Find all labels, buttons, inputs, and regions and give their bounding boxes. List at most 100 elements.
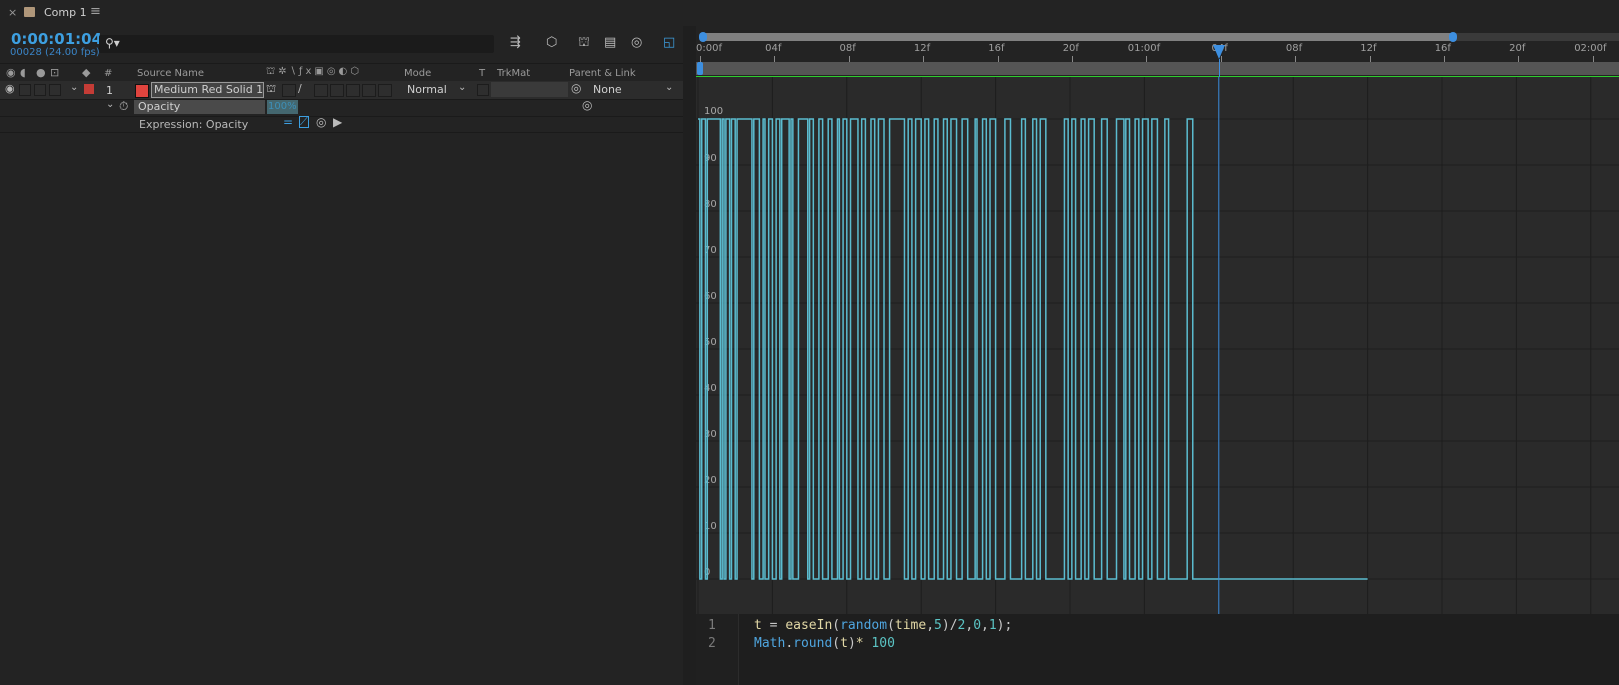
chevron-down-icon[interactable]: ⌄ bbox=[106, 99, 114, 110]
adjustment-switch[interactable] bbox=[362, 84, 376, 97]
panel-tab-bar: × Comp 1 ≡ bbox=[0, 0, 1619, 26]
code-token: , bbox=[926, 618, 935, 633]
code-token: 1 bbox=[988, 618, 997, 633]
ruler-ticks: 0:00f 04f 08f 12f 16f 20f 01:00f 04f 08f 12f 16f 20… bbox=[696, 42, 1619, 62]
column-mode[interactable]: Mode bbox=[404, 68, 431, 79]
layer-search-input[interactable]: ⚲▾ bbox=[99, 35, 494, 53]
search-text[interactable] bbox=[127, 36, 491, 52]
shy-switch-icon[interactable]: ⛫ bbox=[266, 82, 276, 97]
solid-color-icon bbox=[135, 84, 149, 98]
line-number-gutter bbox=[696, 614, 739, 685]
code-token: * bbox=[855, 636, 872, 651]
current-time-display[interactable]: 0:00:01:04 bbox=[11, 30, 102, 48]
expression-label: Expression: Opacity bbox=[139, 118, 249, 131]
frame-count-display: 00028 (24.00 fps) bbox=[10, 47, 100, 58]
code-token: ( bbox=[832, 636, 841, 651]
eye-icon[interactable]: ◉ bbox=[5, 82, 15, 95]
close-icon[interactable]: × bbox=[8, 6, 17, 19]
code-token: )/ bbox=[941, 618, 958, 633]
switches-icons[interactable]: ⛫✲∖ƒx▣◎◐⬡ bbox=[266, 66, 362, 79]
chevron-down-icon[interactable]: ⌄ bbox=[70, 82, 78, 93]
stopwatch-icon[interactable]: ⏱ bbox=[119, 99, 128, 114]
frame-blend-switch[interactable] bbox=[330, 84, 344, 97]
code-token: 5 bbox=[934, 618, 942, 633]
solo-switch[interactable] bbox=[34, 84, 46, 96]
parent-dropdown[interactable]: None ⌄ bbox=[589, 82, 677, 97]
audio-switch[interactable] bbox=[19, 84, 31, 96]
column-t: T bbox=[479, 68, 486, 79]
code-token: 0 bbox=[973, 618, 982, 633]
property-value[interactable]: 100% bbox=[267, 100, 298, 114]
layer-name[interactable]: Medium Red Solid 1 bbox=[151, 82, 264, 98]
graph-editor[interactable]: 100 90 80 70 60 50 40 30 20 10 0 bbox=[696, 77, 1619, 614]
code-token: 100 bbox=[871, 636, 895, 651]
chevron-down-icon: ⌄ bbox=[665, 82, 674, 93]
expression-editor[interactable]: 1 2 t = easeIn(random(time,5)/2,0,1); Ma… bbox=[696, 614, 1619, 685]
property-name[interactable]: Opacity bbox=[134, 100, 265, 114]
frame-blending-icon[interactable]: ▤ bbox=[604, 35, 616, 50]
trkmat-field[interactable] bbox=[491, 82, 568, 97]
line-number: 1 bbox=[708, 618, 716, 633]
ruler-tick-label: 12f bbox=[913, 43, 931, 54]
audio-icon[interactable]: ◖ bbox=[20, 66, 26, 79]
code-line-1[interactable]: t = easeIn(random(time,5)/2,0,1); bbox=[754, 618, 1012, 633]
hide-shy-layers-icon[interactable]: ⛫ bbox=[578, 35, 590, 52]
composition-flowchart-icon[interactable]: ⇶ bbox=[510, 35, 521, 50]
value-graph[interactable]: 1009080706050403020100 bbox=[696, 77, 1619, 614]
mode-dropdown[interactable]: Normal ⌄ bbox=[404, 82, 468, 97]
quality-switch-icon[interactable]: ∕ bbox=[298, 82, 302, 95]
parent-value: None bbox=[593, 83, 622, 96]
ruler-tick-label: 20f bbox=[1509, 43, 1526, 54]
time-navigator-range[interactable] bbox=[699, 32, 1457, 42]
ruler-tick-label: 20f bbox=[1062, 43, 1079, 54]
work-area-bar[interactable] bbox=[696, 62, 1619, 75]
navigator-end-handle[interactable] bbox=[1449, 32, 1457, 42]
eye-icon[interactable]: ◉ bbox=[6, 66, 16, 79]
solo-icon[interactable]: ● bbox=[36, 66, 46, 79]
code-token: ( bbox=[832, 618, 841, 633]
trkmat-toggle[interactable] bbox=[477, 84, 489, 96]
ruler-tick-label: 08f bbox=[839, 43, 856, 54]
panel-divider[interactable] bbox=[683, 26, 696, 685]
3d-layer-switch[interactable] bbox=[378, 84, 392, 97]
pick-whip-icon[interactable]: ◎ bbox=[571, 81, 581, 95]
playhead-marker[interactable] bbox=[1212, 45, 1225, 59]
ruler-tick-label: 0:00f bbox=[696, 43, 722, 54]
playhead-line-top bbox=[1218, 59, 1220, 77]
motion-blur-icon[interactable]: ◎ bbox=[631, 35, 642, 50]
pick-whip-icon[interactable]: ◎ bbox=[582, 98, 592, 112]
collapse-switch[interactable] bbox=[282, 84, 296, 97]
mode-value: Normal bbox=[407, 83, 447, 96]
column-source-name[interactable]: Source Name bbox=[137, 68, 204, 79]
code-token: , bbox=[965, 618, 974, 633]
expression-pick-whip-icon[interactable]: ◎ bbox=[316, 115, 326, 129]
code-token: time bbox=[894, 618, 927, 633]
ruler-tick-label: 02:00f bbox=[1574, 43, 1607, 54]
comp-tab-title[interactable]: Comp 1 bbox=[44, 6, 87, 19]
code-token: easeIn bbox=[785, 618, 833, 633]
hamburger-icon[interactable]: ≡ bbox=[90, 4, 101, 19]
column-trkmat[interactable]: TrkMat bbox=[497, 68, 530, 79]
label-tag-icon[interactable]: ◆ bbox=[82, 66, 90, 79]
enable-expression-icon[interactable]: = bbox=[283, 115, 293, 129]
code-line-2[interactable]: Math.round(t)* 100 bbox=[754, 636, 895, 651]
motion-blur-switch[interactable] bbox=[346, 84, 360, 97]
code-token: t bbox=[754, 618, 762, 633]
navigator-start-handle[interactable] bbox=[699, 32, 707, 42]
label-color-swatch[interactable] bbox=[84, 84, 94, 94]
work-area-start-handle[interactable] bbox=[697, 62, 703, 75]
ruler-tick-label: 08f bbox=[1285, 43, 1303, 54]
y-axis-label: 100 bbox=[704, 106, 723, 117]
lock-switch[interactable] bbox=[49, 84, 61, 96]
graph-editor-icon[interactable]: ◱ bbox=[663, 35, 675, 50]
column-parent-link[interactable]: Parent & Link bbox=[569, 68, 636, 79]
draft-3d-icon[interactable]: ⬡ bbox=[546, 35, 557, 50]
code-token: ( bbox=[887, 618, 895, 633]
code-token: round bbox=[793, 636, 833, 651]
effect-switch[interactable] bbox=[314, 84, 328, 97]
ruler-tick-label: 16f bbox=[1434, 43, 1451, 54]
expression-language-menu-icon[interactable]: ▶ bbox=[333, 115, 342, 129]
line-number: 2 bbox=[708, 636, 716, 651]
show-post-expression-graph-icon[interactable]: ⟋ bbox=[299, 116, 309, 128]
lock-icon[interactable]: ⊡ bbox=[50, 66, 59, 79]
